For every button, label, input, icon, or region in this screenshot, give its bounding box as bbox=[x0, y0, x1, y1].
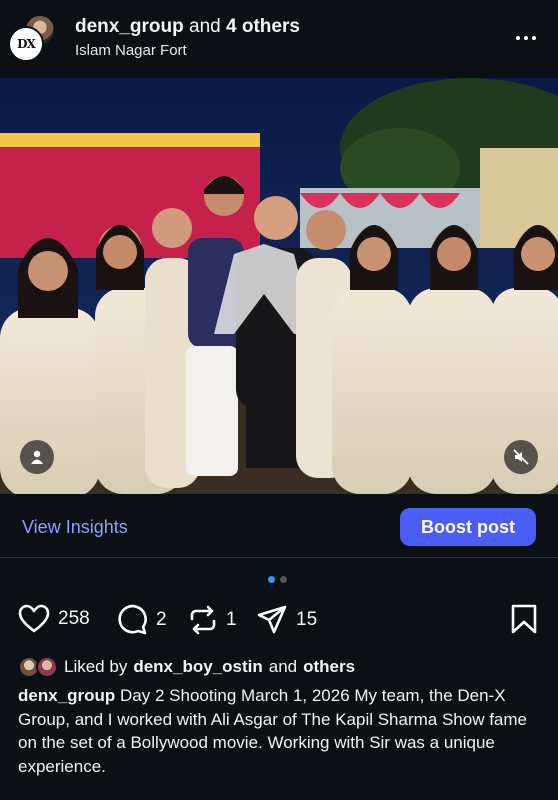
liked-by-user[interactable]: denx_boy_ostin bbox=[133, 657, 262, 677]
carousel-dot-active bbox=[268, 576, 275, 583]
comment-action[interactable]: 2 bbox=[116, 604, 167, 636]
share-count[interactable]: 15 bbox=[296, 609, 317, 631]
speaker-muted-icon bbox=[513, 449, 529, 465]
comment-icon bbox=[118, 604, 147, 635]
liked-by-row[interactable]: Liked by denx_boy_ostin and others bbox=[18, 656, 355, 678]
comment-count[interactable]: 2 bbox=[156, 609, 167, 631]
person-icon bbox=[31, 450, 43, 464]
bookmark-icon bbox=[511, 604, 537, 634]
view-insights-link[interactable]: View Insights bbox=[22, 517, 128, 538]
like-count[interactable]: 258 bbox=[58, 608, 90, 630]
repost-icon bbox=[190, 605, 216, 635]
collab-avatars[interactable]: DX bbox=[8, 14, 58, 64]
author-username[interactable]: denx_group bbox=[75, 16, 184, 37]
share-action[interactable]: 15 bbox=[256, 604, 317, 636]
location-label[interactable]: Islam Nagar Fort bbox=[75, 42, 187, 59]
more-horizontal-icon bbox=[516, 36, 520, 40]
boost-post-button[interactable]: Boost post bbox=[400, 508, 536, 546]
avatar bbox=[36, 656, 58, 678]
carousel-indicator bbox=[268, 576, 287, 583]
save-button[interactable] bbox=[510, 604, 538, 639]
post-header: DX denx_group and 4 others Islam Nagar F… bbox=[0, 0, 558, 78]
brand-logo: DX bbox=[17, 37, 36, 51]
repost-action[interactable]: 1 bbox=[188, 604, 237, 636]
caption-username[interactable]: denx_group bbox=[18, 686, 115, 705]
liked-by-others[interactable]: others bbox=[303, 657, 355, 677]
author-connector: and bbox=[189, 16, 221, 37]
group-photo-image bbox=[0, 78, 558, 494]
post-caption: denx_group Day 2 Shooting March 1, 2026 … bbox=[18, 684, 543, 778]
collaborators-link[interactable]: 4 others bbox=[226, 16, 300, 37]
insights-bar: View Insights Boost post bbox=[0, 494, 558, 558]
heart-icon bbox=[18, 604, 50, 633]
avatar[interactable]: DX bbox=[8, 26, 44, 62]
like-action[interactable]: 258 bbox=[18, 604, 90, 634]
more-options-button[interactable] bbox=[516, 30, 540, 46]
post-photo[interactable] bbox=[0, 78, 558, 494]
post-author-line[interactable]: denx_group and 4 others bbox=[75, 16, 300, 38]
liked-by-prefix: Liked by bbox=[64, 657, 128, 676]
send-icon bbox=[257, 605, 287, 634]
repost-count[interactable]: 1 bbox=[226, 609, 237, 631]
carousel-dot bbox=[280, 576, 287, 583]
post-actions: 258 2 1 15 bbox=[0, 600, 558, 640]
liked-by-and: and bbox=[268, 657, 298, 676]
mute-audio-button[interactable] bbox=[504, 440, 538, 474]
tagged-people-button[interactable] bbox=[20, 440, 54, 474]
